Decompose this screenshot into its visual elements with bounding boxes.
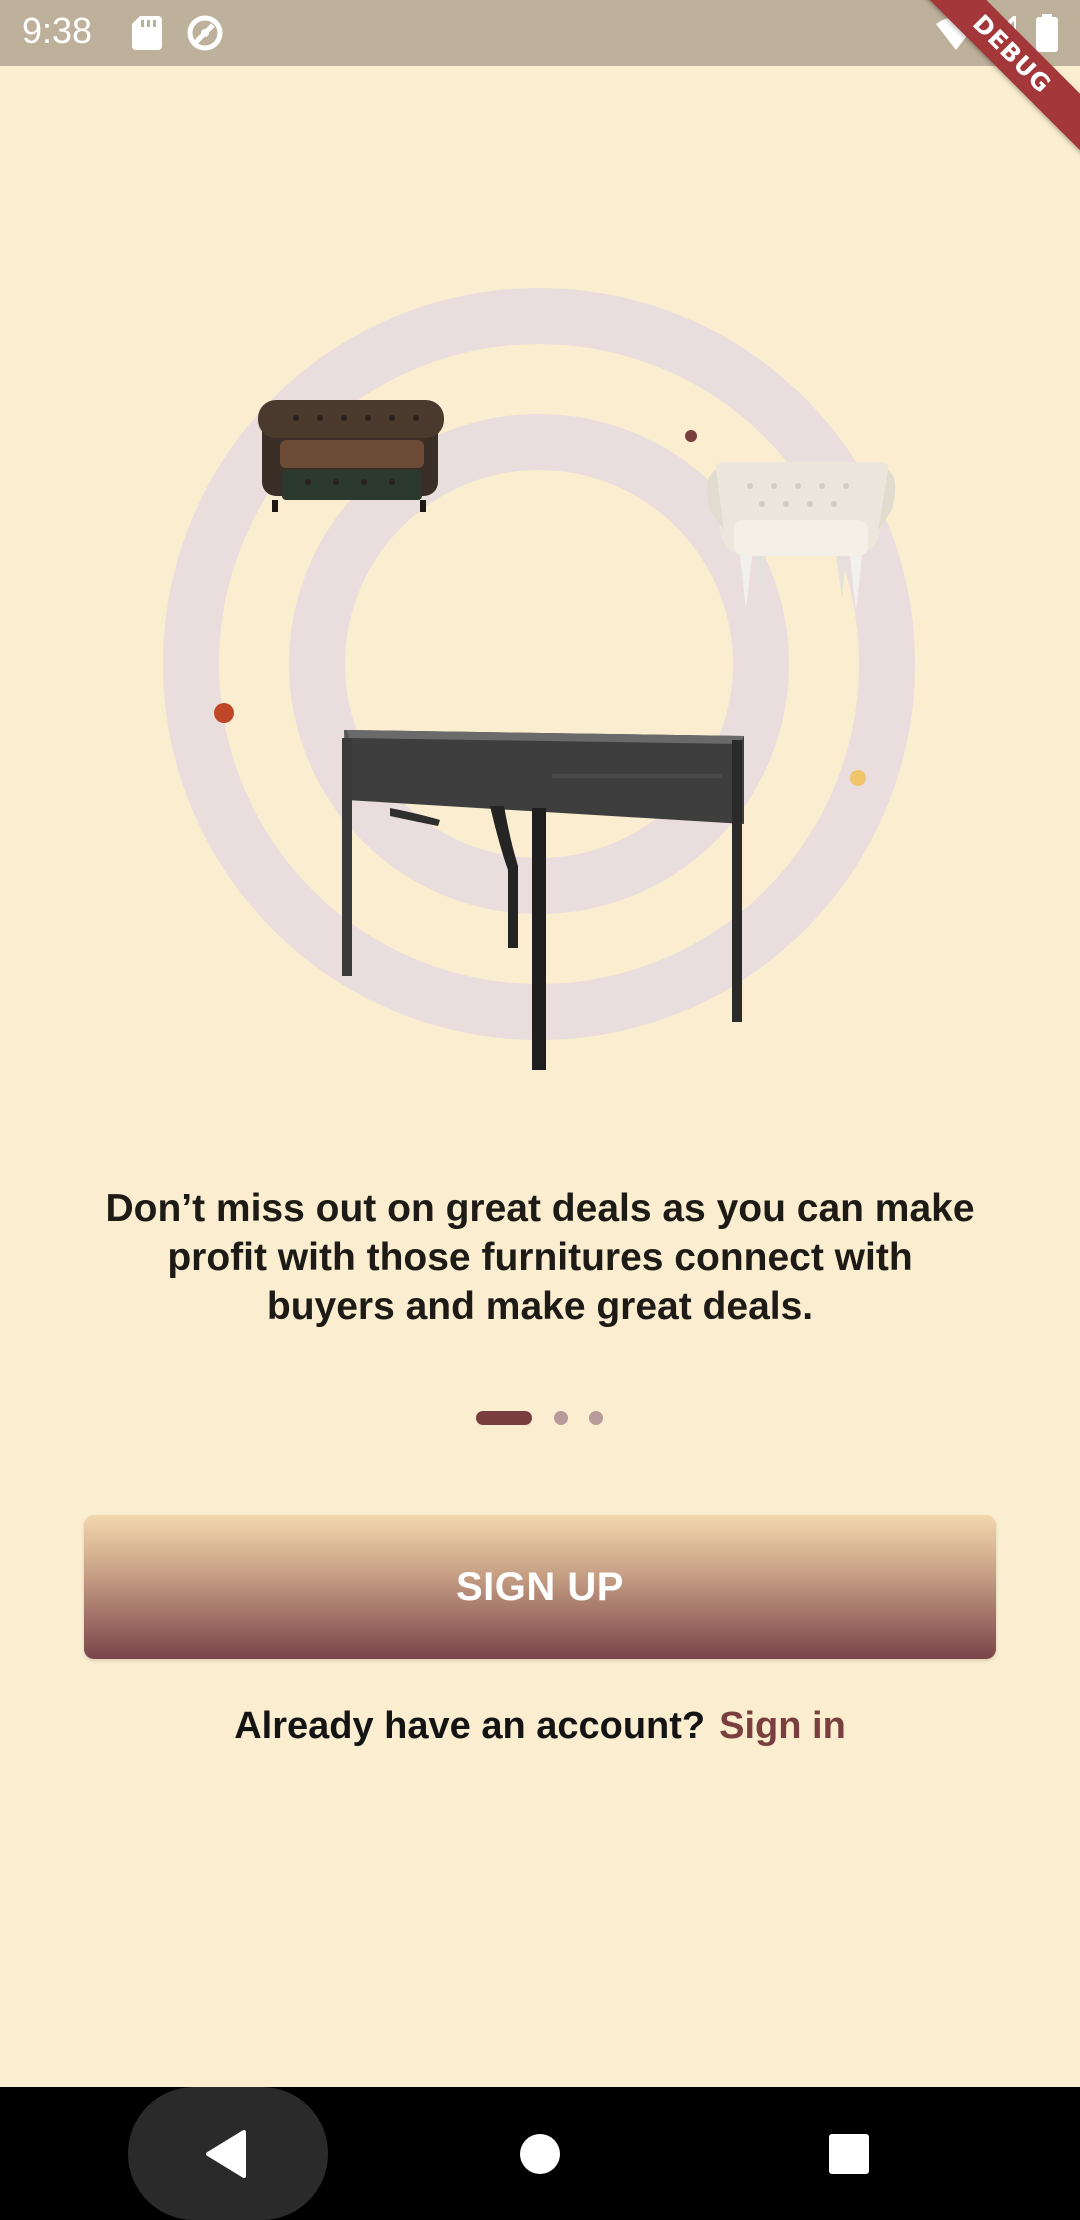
recents-icon[interactable]: [828, 2133, 870, 2180]
sign-in-prompt: Already have an account?: [234, 1705, 706, 1747]
sync-icon: [186, 14, 224, 57]
sd-card-icon: [132, 16, 162, 55]
navigation-bar: [0, 2087, 1080, 2220]
sign-in-link[interactable]: Sign in: [719, 1705, 846, 1747]
page-indicator-dot: [589, 1411, 603, 1425]
status-time: 9:38: [22, 10, 93, 51]
back-icon[interactable]: [204, 2130, 248, 2183]
onboarding-screen: 9:38 DEBUG Don’t miss out on great deals…: [0, 0, 1080, 2220]
sign-up-button[interactable]: SIGN UP: [84, 1515, 996, 1659]
hero-illustration: [0, 66, 1080, 1126]
desk-image: [342, 730, 744, 1070]
battery-icon: [1036, 14, 1058, 57]
decorative-dot-yellow: [850, 770, 866, 786]
status-bar: 9:38: [0, 0, 1080, 66]
decorative-dot-maroon: [685, 430, 697, 442]
page-indicator-dot: [554, 1411, 568, 1425]
home-icon[interactable]: [519, 2133, 561, 2180]
onboarding-description: Don’t miss out on great deals as you can…: [105, 1187, 975, 1328]
page-indicator: [0, 1411, 1080, 1425]
chesterfield-armchair-image: [258, 400, 444, 512]
page-indicator-dot-active: [476, 1411, 532, 1425]
sign-in-row: Already have an account? Sign in: [0, 1698, 1080, 1754]
decorative-dot-red: [214, 703, 234, 723]
